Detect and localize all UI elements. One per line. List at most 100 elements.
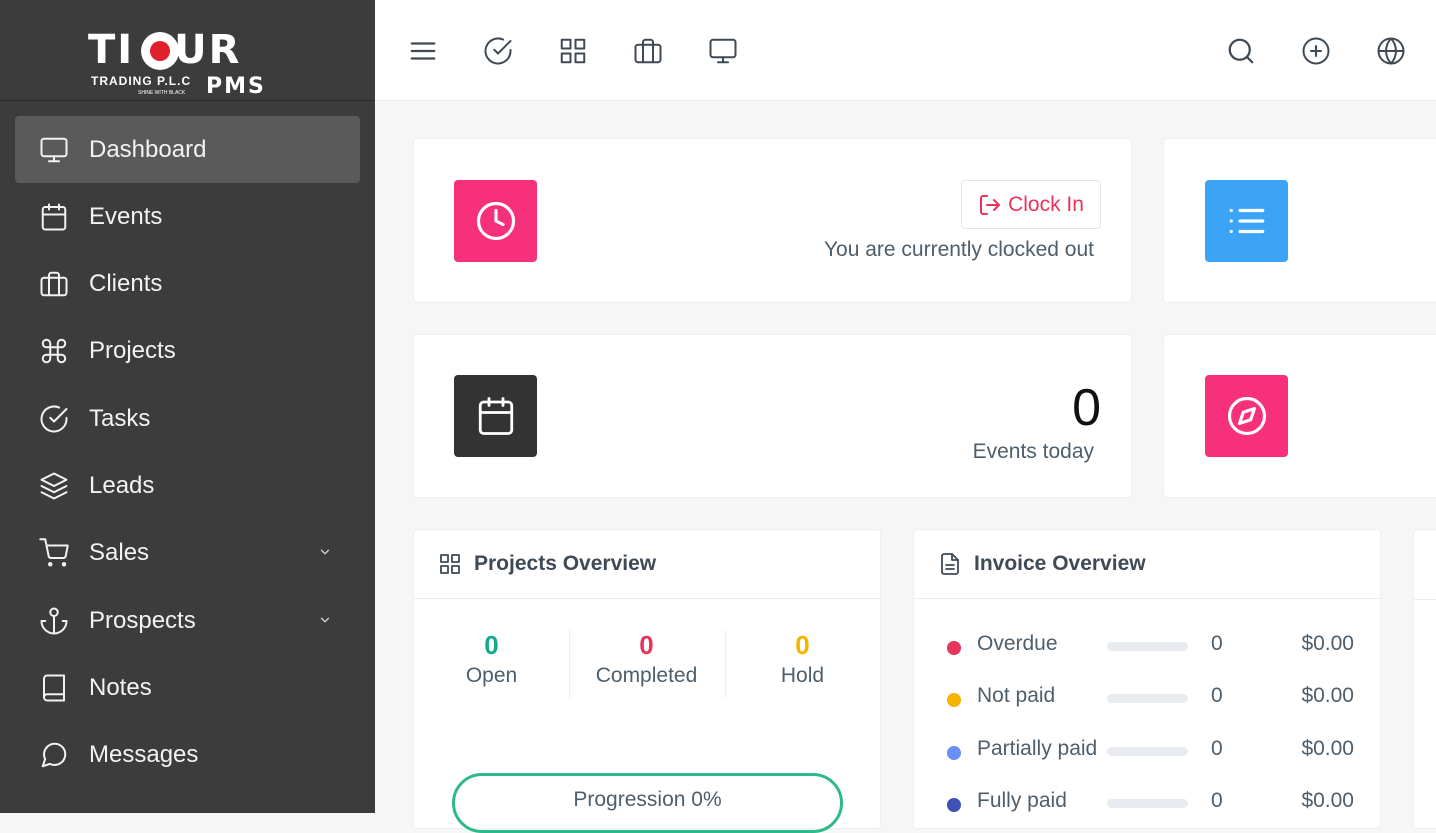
plus-circle-icon[interactable]: [1299, 34, 1333, 68]
invoice-progress-bar: [1107, 799, 1188, 808]
events-count: 0: [1072, 379, 1101, 437]
stat-value: 0: [795, 630, 810, 660]
invoice-row-not-paid[interactable]: Not paid 0 $0.00: [914, 680, 1380, 720]
panel-title: Invoice Overview: [974, 552, 1146, 575]
my-tasks-card[interactable]: [1163, 138, 1436, 303]
clock-icon: [454, 180, 537, 262]
chevron-down-icon[interactable]: [318, 613, 332, 627]
check-circle-icon[interactable]: [481, 34, 515, 68]
stat-value: 0: [639, 630, 654, 660]
invoice-overview-header: Invoice Overview: [914, 530, 1380, 599]
invoice-count: 0: [1211, 632, 1223, 655]
invoice-count: 0: [1211, 789, 1223, 812]
explore-card[interactable]: [1163, 334, 1436, 498]
book-icon: [37, 671, 71, 705]
globe-icon[interactable]: [1374, 34, 1408, 68]
status-dot: [947, 641, 961, 655]
sidebar-item-label: Dashboard: [89, 135, 207, 163]
sidebar-item-leads[interactable]: Leads: [15, 452, 360, 519]
sidebar-item-label: Tasks: [89, 404, 151, 432]
calendar-icon: [454, 375, 537, 457]
sidebar: TI UR TRADING P.L.C SHINE WITH BLACK PMS …: [0, 0, 375, 813]
briefcase-icon[interactable]: [631, 34, 665, 68]
command-icon: [37, 334, 71, 368]
events-card[interactable]: 0 Events today: [413, 334, 1132, 498]
sidebar-item-sales[interactable]: Sales: [15, 519, 360, 586]
invoice-count: 0: [1211, 684, 1223, 707]
sidebar-item-label: Events: [89, 202, 163, 230]
monitor-icon: [37, 133, 71, 167]
invoice-overview-panel: Invoice Overview Overdue 0 $0.00 Not pai…: [913, 529, 1381, 829]
invoice-progress-bar: [1107, 642, 1188, 651]
sidebar-item-dashboard[interactable]: Dashboard: [15, 116, 360, 183]
search-icon[interactable]: [1224, 34, 1258, 68]
progression-bar: Progression 0%: [452, 773, 843, 833]
overview-panel-partial: [1413, 529, 1436, 829]
invoice-status-label: Partially paid: [977, 737, 1098, 760]
status-dot: [947, 693, 961, 707]
invoice-count: 0: [1211, 737, 1223, 760]
stat-label: Completed: [595, 664, 698, 687]
stat-value: 0: [484, 630, 499, 660]
sidebar-item-messages[interactable]: Messages: [15, 721, 360, 788]
projects-overview-header: Projects Overview: [414, 530, 880, 599]
message-icon: [37, 738, 71, 772]
stat-label: Open: [465, 664, 518, 687]
logo-tagline: SHINE WITH BLACK: [138, 90, 186, 96]
sidebar-item-label: Clients: [89, 269, 163, 297]
sidebar-item-label: Leads: [89, 471, 155, 499]
calendar-icon: [37, 200, 71, 234]
sidebar-item-tasks[interactable]: Tasks: [15, 385, 360, 452]
chevron-down-icon[interactable]: [318, 545, 332, 559]
events-label: Events today: [972, 440, 1094, 463]
anchor-icon: [37, 604, 71, 638]
clock-in-label: Clock In: [1008, 192, 1084, 216]
invoice-row-partially-paid[interactable]: Partially paid 0 $0.00: [914, 733, 1380, 773]
sidebar-item-clients[interactable]: Clients: [15, 250, 360, 317]
invoice-amount: $0.00: [1301, 632, 1354, 655]
sidebar-item-events[interactable]: Events: [15, 183, 360, 250]
sidebar-item-projects[interactable]: Projects: [15, 317, 360, 384]
clock-in-button[interactable]: Clock In: [961, 180, 1101, 229]
invoice-status-label: Overdue: [977, 632, 1058, 655]
stat-label: Hold: [780, 664, 825, 687]
panel-title: Projects Overview: [474, 552, 657, 575]
status-dot: [947, 798, 961, 812]
logo-gear-icon: [141, 32, 179, 70]
clock-status-text: You are currently clocked out: [823, 238, 1094, 261]
list-icon: [1205, 180, 1288, 262]
check-circle-icon: [37, 402, 71, 436]
invoice-status-label: Not paid: [977, 684, 1056, 707]
sidebar-item-label: Projects: [89, 336, 176, 364]
invoice-status-label: Fully paid: [977, 789, 1067, 812]
invoice-amount: $0.00: [1301, 737, 1354, 760]
layers-icon: [37, 469, 71, 503]
logo-pms: PMS: [206, 74, 266, 99]
grid-icon[interactable]: [556, 34, 590, 68]
menu-icon[interactable]: [406, 34, 440, 68]
app-logo[interactable]: TI UR TRADING P.L.C SHINE WITH BLACK PMS: [88, 28, 268, 100]
invoice-row-overdue[interactable]: Overdue 0 $0.00: [914, 628, 1380, 668]
sidebar-item-label: Sales: [89, 538, 150, 566]
invoice-progress-bar: [1107, 747, 1188, 756]
topbar: [375, 0, 1436, 101]
invoice-progress-bar: [1107, 694, 1188, 703]
briefcase-icon: [37, 267, 71, 301]
stat-hold[interactable]: 0 Hold: [725, 628, 880, 688]
clock-card: Clock In You are currently clocked out: [413, 138, 1132, 303]
sidebar-item-label: Messages: [89, 740, 199, 768]
file-text-icon: [941, 553, 959, 575]
sidebar-item-prospects[interactable]: Prospects: [15, 587, 360, 654]
cart-icon: [37, 536, 71, 570]
invoice-amount: $0.00: [1301, 684, 1354, 707]
logo-trading: TRADING P.L.C: [91, 74, 192, 88]
sidebar-item-notes[interactable]: Notes: [15, 654, 360, 721]
stat-open[interactable]: 0 Open: [414, 628, 569, 688]
invoice-row-fully-paid[interactable]: Fully paid 0 $0.00: [914, 785, 1380, 825]
log-in-icon: [980, 194, 1001, 215]
sidebar-item-label: Prospects: [89, 606, 196, 634]
projects-overview-panel: Projects Overview 0 Open 0 Completed 0 H…: [413, 529, 881, 833]
stat-completed[interactable]: 0 Completed: [569, 628, 724, 688]
monitor-icon[interactable]: [706, 34, 740, 68]
sidebar-item-label: Notes: [89, 673, 152, 701]
